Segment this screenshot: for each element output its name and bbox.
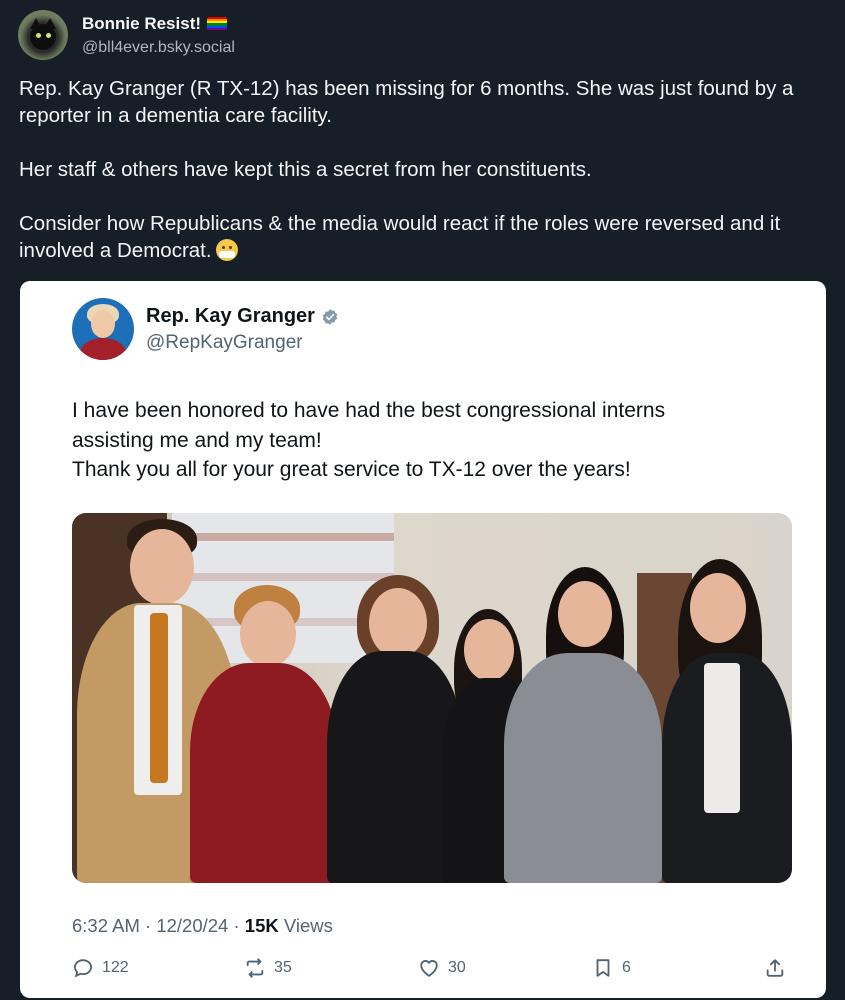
like-button[interactable]: 30: [418, 957, 466, 979]
bookmark-count: 6: [622, 959, 631, 976]
post-paragraph-1: Rep. Kay Granger (R TX-12) has been miss…: [19, 77, 794, 127]
tweet-line-2: assisting me and my team!: [72, 428, 322, 452]
tweet-avatar[interactable]: [72, 298, 134, 360]
tweet-views-count: 15K: [244, 915, 279, 936]
tweet-text: I have been honored to have had the best…: [72, 396, 792, 485]
reply-count: 122: [102, 959, 129, 976]
rainbow-flag-icon: [207, 16, 228, 31]
author-handle[interactable]: @bll4ever.bsky.social: [82, 39, 235, 57]
tweet-display-name[interactable]: Rep. Kay Granger: [146, 305, 315, 328]
share-button[interactable]: [764, 957, 794, 979]
author-names: Bonnie Resist! @bll4ever.bsky.social: [82, 14, 235, 57]
tweet-views-label: Views: [278, 915, 333, 936]
heart-icon: [420, 960, 438, 977]
tweet-handle[interactable]: @RepKayGranger: [146, 332, 303, 354]
tweet-photo[interactable]: [72, 513, 792, 883]
face-with-medical-mask-icon: [215, 239, 238, 261]
tweet-meta: 6:32 AM · 12/20/24 · 15K Views: [72, 915, 333, 937]
tweet-actions: 122 35 30 6: [72, 957, 792, 983]
verified-badge-icon: [322, 308, 338, 325]
reply-button[interactable]: 122: [72, 957, 129, 979]
post-text: Rep. Kay Granger (R TX-12) has been miss…: [19, 75, 819, 264]
tweet-line-1: I have been honored to have had the best…: [72, 399, 666, 422]
author-display-name[interactable]: Bonnie Resist!: [82, 14, 201, 34]
post-header: Bonnie Resist! @bll4ever.bsky.social: [18, 10, 235, 60]
post-paragraph-2: Her staff & others have kept this a secr…: [19, 158, 592, 181]
bookmark-icon: [596, 959, 610, 977]
like-count: 30: [448, 959, 466, 976]
bookmark-button[interactable]: 6: [592, 957, 631, 979]
tweet-line-3: Thank you all for your great service to …: [72, 458, 631, 481]
avatar[interactable]: [18, 10, 68, 60]
reply-icon: [74, 959, 92, 978]
share-icon: [766, 959, 784, 977]
post: Bonnie Resist! @bll4ever.bsky.social Rep…: [0, 0, 845, 1000]
repost-count: 35: [274, 959, 292, 976]
tweet-timestamp[interactable]: 6:32 AM · 12/20/24 ·: [72, 915, 245, 936]
repost-icon: [246, 958, 264, 978]
post-paragraph-3: Consider how Republicans & the media wou…: [19, 212, 781, 262]
embedded-tweet-card[interactable]: Rep. Kay Granger @RepKayGranger I have b…: [20, 281, 826, 998]
repost-button[interactable]: 35: [244, 957, 292, 979]
